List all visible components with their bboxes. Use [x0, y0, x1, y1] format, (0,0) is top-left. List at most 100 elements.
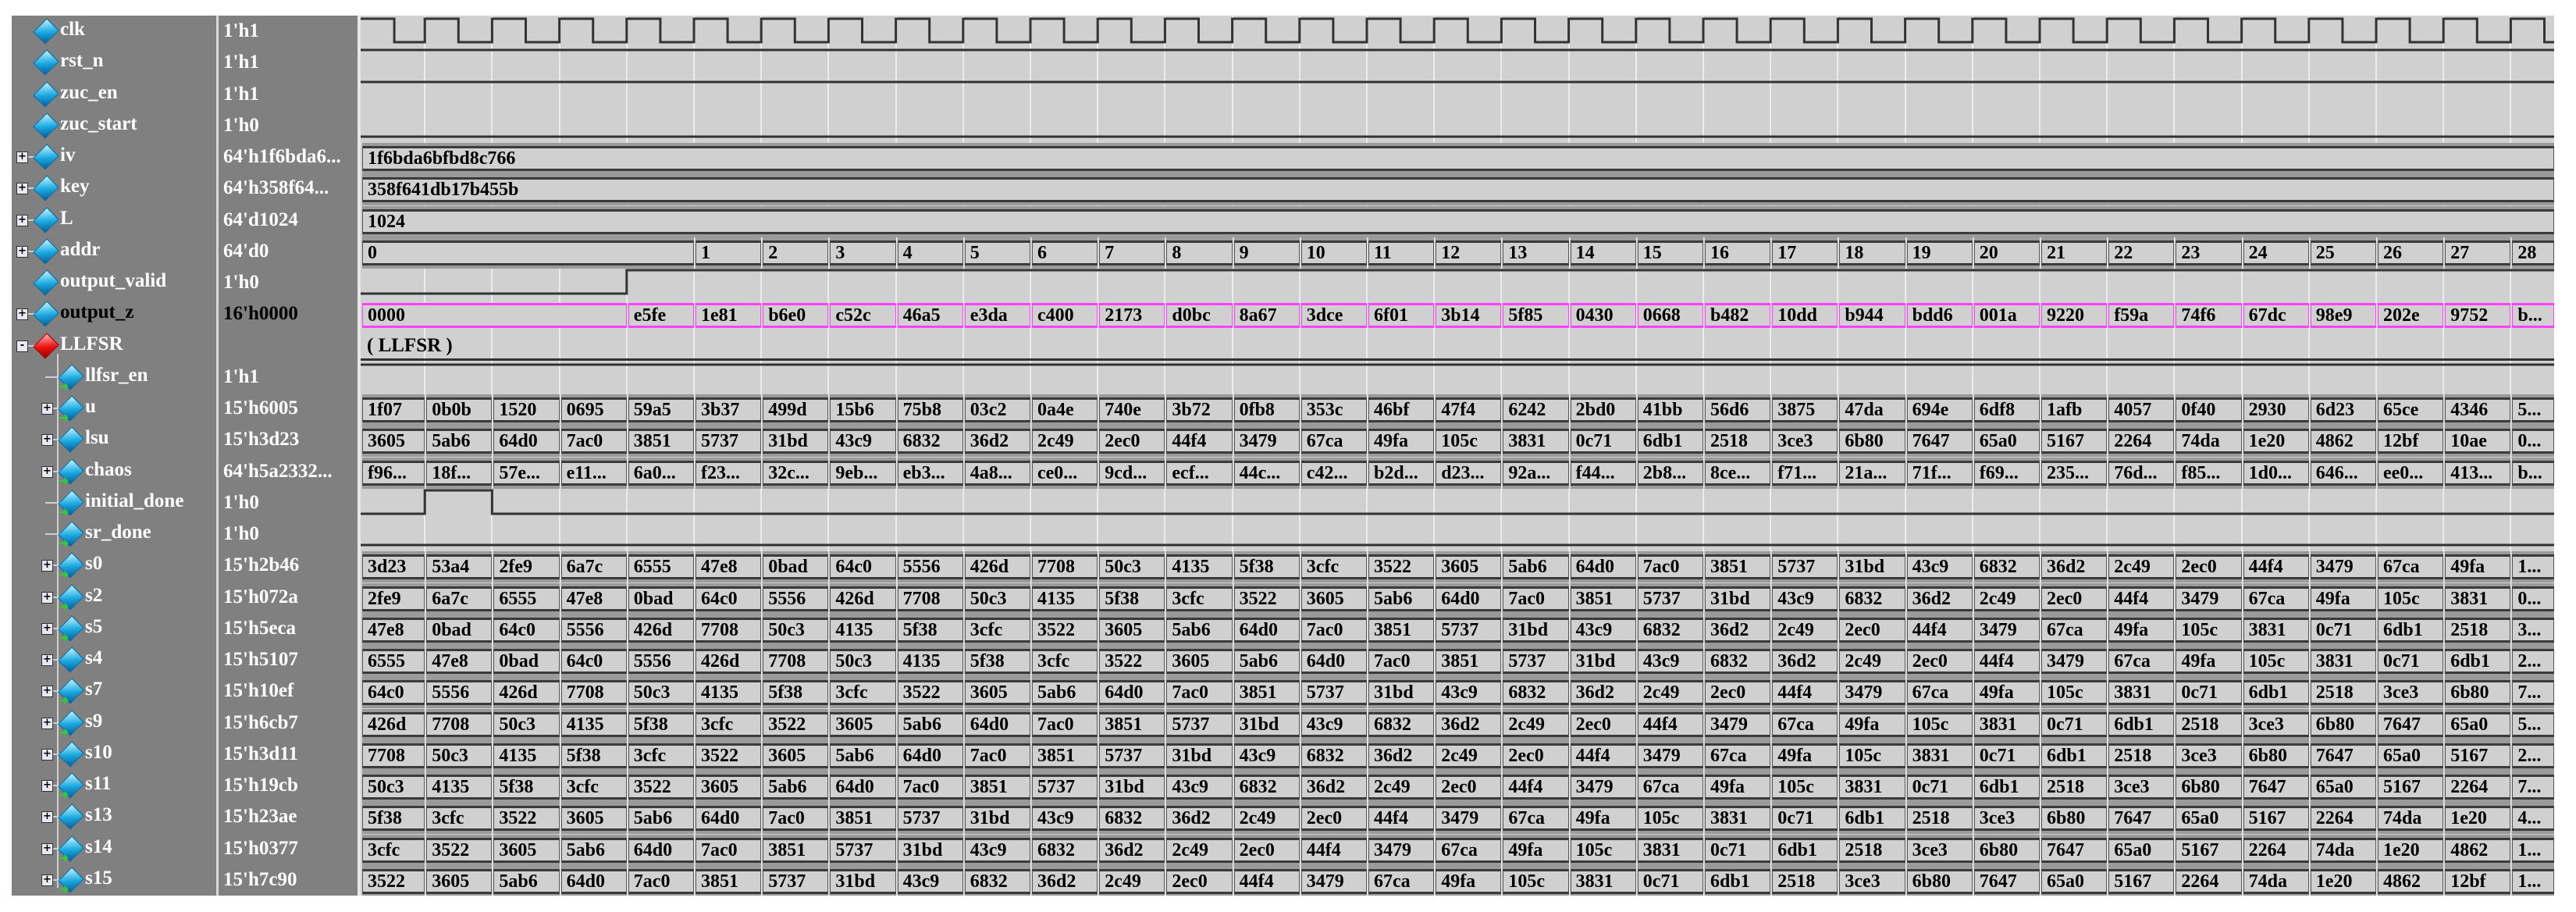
bus-value-segment[interactable]: 43c9 [1570, 617, 1636, 643]
bus-value-segment[interactable]: 2264 [2243, 837, 2309, 863]
bus-value-segment[interactable]: 3b72 [1166, 397, 1233, 422]
bus-value-segment[interactable]: 6df8 [1973, 397, 2040, 422]
bus-value-segment[interactable]: 1f6bda6bfbd8c766 [362, 146, 2554, 171]
bus-value-segment[interactable]: 17 [1772, 240, 1838, 265]
bus-value-segment[interactable]: 65a0 [2176, 806, 2242, 832]
bus-value-segment[interactable]: 41bb [1637, 397, 1703, 422]
bus-value-segment[interactable]: 499d [763, 397, 829, 422]
bus-value-segment[interactable]: 4135 [426, 775, 493, 800]
bus-value-segment[interactable]: 5... [2512, 711, 2554, 737]
bus-value-segment[interactable]: 7ac0 [696, 837, 762, 863]
bus-value-segment[interactable]: 3cfc [362, 837, 425, 863]
expand-icon[interactable]: + [41, 874, 53, 886]
bus-value-segment[interactable]: 7647 [1973, 868, 2040, 894]
bus-value-segment[interactable]: 64d0 [897, 743, 963, 768]
bus-value-segment[interactable]: 105c [2378, 586, 2444, 611]
waveform-zuc-start[interactable] [361, 110, 2554, 141]
bus-value-segment[interactable]: 6242 [1503, 397, 1569, 422]
bus-value-segment[interactable]: 1... [2512, 554, 2554, 580]
bus-value-segment[interactable]: 3ce3 [1839, 868, 1905, 894]
waveform-clk[interactable] [361, 16, 2554, 47]
bus-value-segment[interactable]: f85... [2176, 460, 2242, 486]
bus-value-segment[interactable]: 6b80 [2243, 743, 2309, 768]
bus-value-segment[interactable]: 105c [1503, 868, 1569, 894]
bus-value-segment[interactable]: 5167 [2445, 743, 2511, 768]
bus-value-segment[interactable]: 1... [2512, 868, 2554, 894]
bus-value-segment[interactable]: c42... [1300, 460, 1367, 486]
bus-value-segment[interactable]: 5 [964, 240, 1030, 265]
bus-value-segment[interactable]: 23 [2176, 240, 2242, 265]
bus-value-segment[interactable]: 3605 [493, 837, 560, 863]
bus-value-segment[interactable]: 31bd [1368, 680, 1435, 706]
bus-value-segment[interactable]: 64d0 [1099, 680, 1165, 706]
bus-value-segment[interactable]: ecf... [1166, 460, 1233, 486]
bus-value-segment[interactable]: 65a0 [2378, 743, 2444, 768]
expand-icon[interactable]: + [16, 308, 28, 321]
bus-value-segment[interactable]: 6db1 [1637, 429, 1703, 454]
bus-value-segment[interactable]: 2c49 [1637, 680, 1703, 706]
expand-icon[interactable]: + [41, 780, 53, 792]
bus-value-segment[interactable]: 3851 [1436, 649, 1502, 674]
bus-value-segment[interactable]: 3851 [1233, 680, 1300, 706]
bus-value-segment[interactable]: 2ec0 [1233, 837, 1300, 863]
bus-value-segment[interactable]: 2ec0 [1906, 649, 1973, 674]
bus-value-segment[interactable]: 47e8 [362, 617, 425, 643]
bus-value-segment[interactable]: 2 [763, 240, 829, 265]
bus-value-segment[interactable]: 4862 [2378, 868, 2444, 894]
bus-value-segment[interactable]: 6832 [1300, 743, 1367, 768]
waveform-s4[interactable]: 6555 47e8 0bad 64c0 5556 426d 7708 50c3 4135 5f38… [361, 644, 2554, 675]
bus-value-segment[interactable]: 44f4 [1503, 775, 1569, 800]
bus-value-segment[interactable]: 4862 [2445, 837, 2511, 863]
bus-value-segment[interactable]: 694e [1906, 397, 1973, 422]
bus-value-segment[interactable]: 2c49 [1368, 775, 1435, 800]
waveform-s13[interactable]: 5f38 3cfc 3522 3605 5ab6 64d0 7ac0 3851 5737 31bd… [361, 801, 2554, 832]
bus-value-segment[interactable]: 43c9 [830, 429, 896, 454]
bus-value-segment[interactable]: 2ec0 [1705, 680, 1771, 706]
bus-value-segment[interactable]: 44f4 [1233, 868, 1300, 894]
bus-value-segment[interactable]: 7ac0 [1503, 586, 1569, 611]
bus-value-segment[interactable]: 10ae [2445, 429, 2511, 454]
bus-value-segment[interactable]: 3831 [1637, 837, 1703, 863]
bus-value-segment[interactable]: 3... [2512, 617, 2554, 643]
bus-value-segment[interactable]: 8a67 [1233, 303, 1300, 329]
bus-value-segment[interactable]: 4135 [1166, 554, 1233, 580]
bus-value-segment[interactable]: 64d0 [1300, 649, 1367, 674]
bus-value-segment[interactable]: 31bd [1233, 711, 1300, 737]
bus-value-segment[interactable]: 50c3 [964, 586, 1030, 611]
bus-value-segment[interactable]: 5556 [897, 554, 963, 580]
signal-row-s11[interactable]: + ➜ s11 [12, 770, 212, 802]
signal-row-s15[interactable]: + ➜ s15 [12, 864, 212, 896]
waveform-initial-done[interactable] [361, 487, 2554, 518]
bus-value-segment[interactable]: d0bc [1166, 303, 1233, 329]
bus-value-segment[interactable]: 2930 [2243, 397, 2309, 422]
bus-value-segment[interactable]: 2264 [2310, 806, 2376, 832]
bus-value-segment[interactable]: 7ac0 [1300, 617, 1367, 643]
bus-value-segment[interactable]: 44f4 [2243, 554, 2309, 580]
bus-value-segment[interactable]: 5ab6 [1368, 586, 1435, 611]
bus-value-segment[interactable]: 1... [2512, 837, 2554, 863]
bus-value-segment[interactable]: 6832 [1368, 711, 1435, 737]
bus-value-segment[interactable]: 65a0 [1973, 429, 2040, 454]
bus-value-segment[interactable]: 67ca [1906, 680, 1973, 706]
bus-value-segment[interactable]: 31bd [1099, 775, 1165, 800]
bus-value-segment[interactable]: 64d0 [1233, 617, 1300, 643]
bus-value-segment[interactable]: 0695 [560, 397, 627, 422]
bus-value-segment[interactable]: 44f4 [2108, 586, 2175, 611]
bus-value-segment[interactable]: 3851 [1368, 617, 1435, 643]
bus-value-segment[interactable]: 3831 [2445, 586, 2511, 611]
bus-value-segment[interactable]: 2ec0 [1570, 711, 1636, 737]
signal-row-s7[interactable]: + ➜ s7 [12, 675, 212, 707]
bus-value-segment[interactable]: 64c0 [830, 554, 896, 580]
bus-value-segment[interactable]: 64d0 [1436, 586, 1502, 611]
bus-value-segment[interactable]: f59a [2108, 303, 2175, 329]
bus-value-segment[interactable]: eb3... [897, 460, 963, 486]
bus-value-segment[interactable]: 7ac0 [964, 743, 1030, 768]
bus-value-segment[interactable]: 2... [2512, 649, 2554, 674]
bus-value-segment[interactable]: 2c49 [1973, 586, 2040, 611]
bus-value-segment[interactable]: 14 [1570, 240, 1636, 265]
bus-value-segment[interactable]: 49fa [2108, 617, 2175, 643]
bus-value-segment[interactable]: 36d2 [1166, 806, 1233, 832]
bus-value-segment[interactable]: 67ca [2378, 554, 2444, 580]
expand-icon[interactable]: + [41, 560, 53, 572]
bus-value-segment[interactable]: 7647 [1906, 429, 1973, 454]
